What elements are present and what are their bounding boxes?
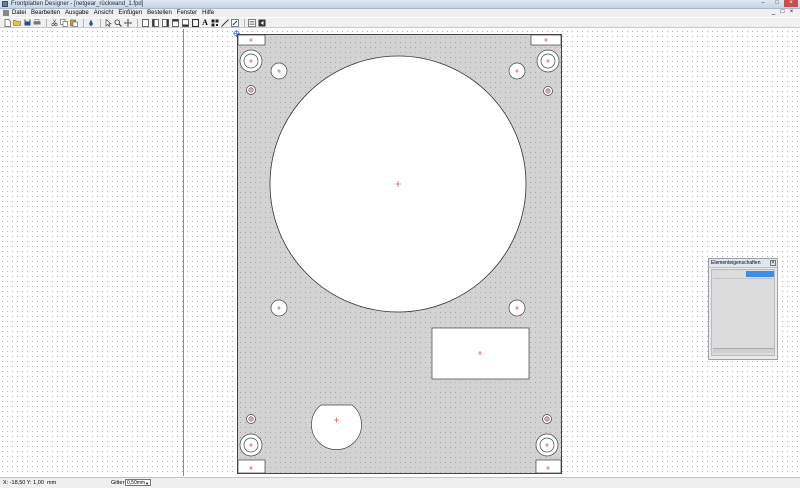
menu-datei[interactable]: Datei <box>12 10 26 16</box>
menu-bearbeiten[interactable]: Bearbeiten <box>31 10 60 16</box>
panel-right-icon[interactable] <box>161 18 169 27</box>
title-bar: Frontplatten Designer - [netgear_rückwan… <box>0 0 800 9</box>
new-file-icon[interactable] <box>3 18 11 27</box>
pointer-icon[interactable] <box>104 18 112 27</box>
panel-left-icon[interactable] <box>151 18 159 27</box>
drawing-canvas[interactable]: Elementeigenschaften × <box>0 29 800 476</box>
panel-front-icon[interactable] <box>141 18 149 27</box>
properties-toggle-icon[interactable] <box>258 19 266 27</box>
maximize-button[interactable]: □ <box>770 0 784 7</box>
corner-cutout-bottom-right[interactable] <box>535 459 562 474</box>
chevron-down-icon[interactable]: ▼ <box>145 480 149 487</box>
menu-bestellen[interactable]: Bestellen <box>147 10 172 16</box>
open-folder-icon[interactable] <box>13 19 21 27</box>
doc-close-button[interactable]: × <box>787 9 796 15</box>
menu-hilfe[interactable]: Hilfe <box>202 10 214 16</box>
status-bar: X: -18,50 Y: 1,00 mm Gitter 0,50mm ▼ <box>0 477 800 488</box>
doc-restore-button[interactable]: □ <box>778 9 787 15</box>
pen-icon[interactable] <box>87 19 95 27</box>
panel-bottom-icon[interactable] <box>181 18 189 27</box>
zoom-icon[interactable] <box>114 19 122 27</box>
grid-size-value: 0,50mm <box>127 480 146 486</box>
grid-label: Gitter <box>111 480 125 486</box>
d-shaped-cutout[interactable] <box>311 404 362 450</box>
save-icon[interactable] <box>23 19 31 27</box>
properties-title: Elementeigenschaften <box>711 260 761 266</box>
text-tool-icon[interactable]: A <box>201 18 209 27</box>
doc-minimize-button[interactable]: _ <box>769 9 778 15</box>
close-button[interactable]: × <box>784 0 798 7</box>
print-icon[interactable] <box>33 19 41 27</box>
document-icon[interactable] <box>3 10 9 16</box>
toolbar: A <box>0 18 800 28</box>
element-properties-panel[interactable]: Elementeigenschaften × <box>708 258 778 360</box>
list-view-icon[interactable] <box>248 18 256 27</box>
menu-einfuegen[interactable]: Einfügen <box>118 10 142 16</box>
front-panel[interactable] <box>237 34 562 474</box>
window-title: Frontplatten Designer - [netgear_rückwan… <box>11 1 144 7</box>
menu-ansicht[interactable]: Ansicht <box>94 10 114 16</box>
unit-label: mm <box>47 480 57 486</box>
rectangular-cutout[interactable] <box>431 327 530 380</box>
menu-fenster[interactable]: Fenster <box>177 10 197 16</box>
properties-grid[interactable] <box>711 269 775 356</box>
corner-cutout-bottom-left[interactable] <box>237 459 266 474</box>
panel-top-icon[interactable] <box>171 18 179 27</box>
qr-code-icon[interactable] <box>211 19 219 27</box>
app-icon <box>2 1 8 7</box>
properties-title-bar[interactable]: Elementeigenschaften × <box>709 259 777 268</box>
paste-icon[interactable] <box>70 19 78 27</box>
properties-divider <box>713 278 774 279</box>
panel-elements <box>237 34 562 474</box>
panel-frame-icon[interactable] <box>191 18 199 27</box>
line-tool-icon[interactable] <box>221 18 229 27</box>
cursor-coordinates: X: -18,50 Y: 1,00 <box>3 480 44 486</box>
properties-selected-cell[interactable] <box>746 271 774 277</box>
pan-icon[interactable] <box>124 18 132 27</box>
edit-element-icon[interactable] <box>231 18 239 27</box>
properties-close-icon[interactable]: × <box>770 260 776 266</box>
menu-ausgabe[interactable]: Ausgabe <box>65 10 89 16</box>
cut-icon[interactable] <box>50 19 58 27</box>
minimize-button[interactable]: – <box>756 0 770 7</box>
menu-bar: Datei Bearbeiten Ausgabe Ansicht Einfüge… <box>0 9 800 17</box>
vertical-guide-line <box>183 29 184 476</box>
grid-size-select[interactable]: 0,50mm ▼ <box>125 479 151 486</box>
properties-description-area <box>713 348 774 353</box>
copy-icon[interactable] <box>60 18 68 27</box>
